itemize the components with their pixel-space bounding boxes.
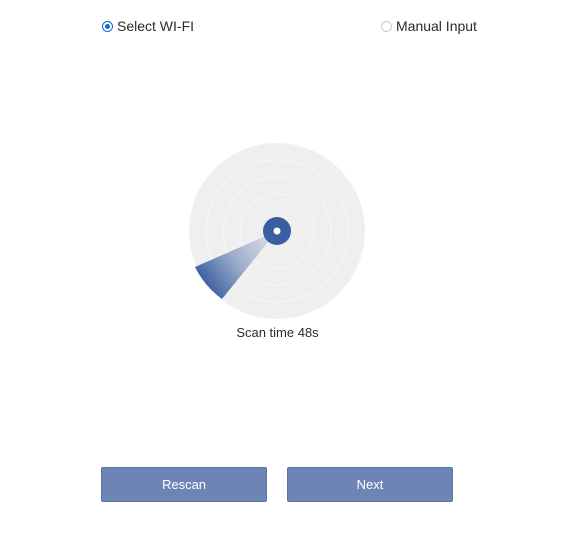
radio-checked-icon[interactable] (102, 20, 113, 32)
radar-icon (189, 143, 365, 319)
radio-unchecked-icon[interactable] (381, 20, 392, 32)
rescan-button[interactable]: Rescan (101, 467, 267, 502)
manual-input-label: Manual Input (396, 18, 477, 34)
radar-hub-dot (273, 227, 281, 235)
select-wifi-label: Select WI-FI (117, 18, 195, 34)
next-button[interactable]: Next (287, 467, 453, 502)
manual-input-radio[interactable]: Manual Input (381, 18, 477, 34)
radar-scanner (189, 143, 365, 319)
scan-status: Scan time 48s (236, 325, 319, 340)
select-wifi-radio[interactable]: Select WI-FI (102, 18, 194, 34)
